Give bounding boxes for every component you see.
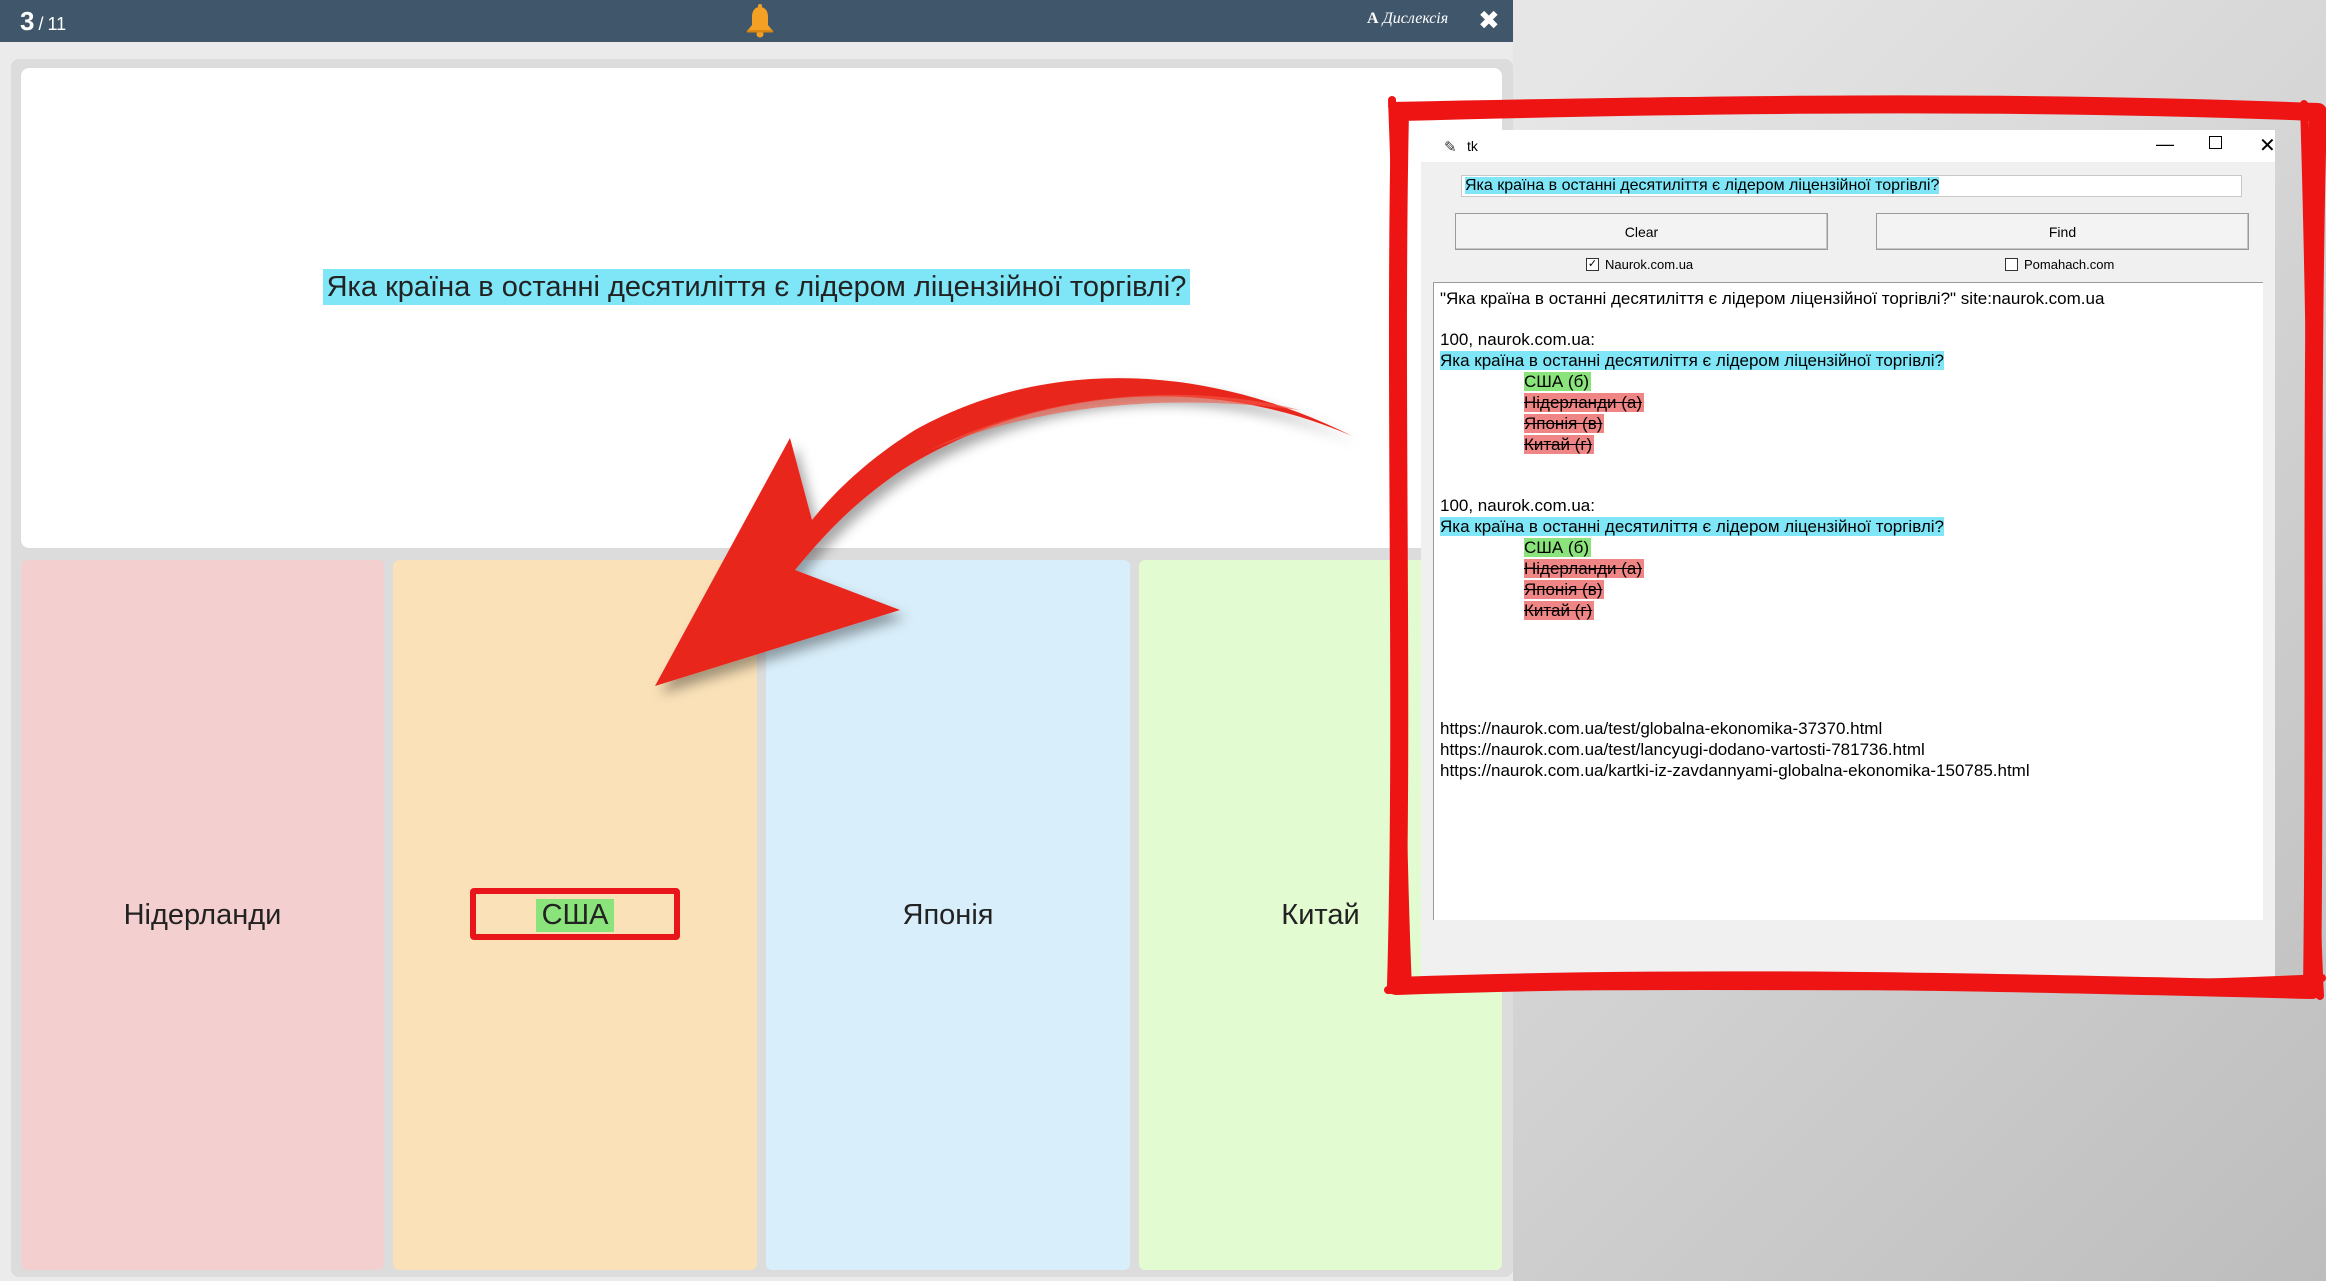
checkbox-label: Pomahach.com [2024, 257, 2115, 272]
search-value: Яка країна в останні десятиліття є лідер… [1465, 177, 1940, 194]
question-text: Яка країна в останні десятиліття є лідер… [0, 269, 1513, 305]
answer-label: Японія [902, 898, 994, 931]
result-link[interactable]: https://naurok.com.ua/test/lancyugi-doda… [1440, 740, 1925, 761]
result-wrong-answer: Нідерланди (а) [1524, 559, 1644, 578]
checkbox-unchecked-icon [2005, 258, 2018, 271]
naurok-checkbox[interactable]: ✓ Naurok.com.ua [1586, 257, 1693, 272]
quiz-app: 3/11 A Дислексія ✖ Яка країна в останні д… [0, 0, 1513, 1281]
checkbox-label: Naurok.com.ua [1605, 257, 1694, 272]
tk-titlebar: ✎ tk — ✕ [1421, 130, 2276, 162]
result-link[interactable]: https://naurok.com.ua/test/globalna-ekon… [1440, 719, 1882, 740]
answer-label: Нідерланди [123, 898, 282, 931]
result-question: Яка країна в останні десятиліття є лідер… [1440, 351, 1944, 370]
search-input[interactable]: Яка країна в останні десятиліття є лідер… [1461, 175, 2242, 197]
window-title: tk [1467, 138, 1478, 154]
tk-window: ✎ tk — ✕ Яка країна в останні десятилітт… [1421, 130, 2276, 978]
result-wrong-answer: Нідерланди (а) [1524, 393, 1644, 412]
question-counter: 3/11 [20, 6, 66, 37]
result-wrong-answer: Китай (г) [1524, 435, 1595, 454]
query-line: "Яка країна в останні десятиліття є ліде… [1440, 289, 2105, 308]
dyslexia-toggle[interactable]: A Дислексія [1367, 10, 1448, 28]
result-link[interactable]: https://naurok.com.ua/kartki-iz-zavdanny… [1440, 761, 2030, 782]
counter-total: 11 [47, 14, 67, 34]
answer-annotation-box [470, 888, 680, 940]
counter-separator: / [38, 14, 44, 34]
answer-option-japan[interactable]: Японія [766, 560, 1130, 1270]
clear-button[interactable]: Clear [1455, 213, 1828, 250]
result-source: 100, naurok.com.ua: [1440, 496, 1595, 515]
result-wrong-answer: Китай (г) [1524, 601, 1595, 620]
bell-icon[interactable] [742, 3, 778, 39]
result-wrong-answer: Японія (в) [1524, 414, 1605, 433]
close-icon[interactable]: ✖ [1478, 6, 1500, 36]
feather-icon: ✎ [1444, 139, 1457, 156]
maximize-icon[interactable] [2209, 136, 2222, 149]
minimize-icon[interactable]: — [2156, 134, 2174, 155]
result-correct-answer: США (б) [1524, 372, 1591, 391]
answer-option-netherlands[interactable]: Нідерланди [21, 560, 384, 1270]
result-wrong-answer: Японія (в) [1524, 580, 1605, 599]
result-question: Яка країна в останні десятиліття є лідер… [1440, 517, 1944, 536]
counter-current: 3 [20, 6, 35, 36]
checkbox-checked-icon: ✓ [1586, 258, 1599, 271]
results-textbox[interactable]: "Яка країна в останні десятиліття є ліде… [1433, 282, 2263, 920]
question-highlight: Яка країна в останні десятиліття є лідер… [322, 269, 1191, 305]
result-source: 100, naurok.com.ua: [1440, 330, 1595, 349]
dyslexia-label: Дислексія [1382, 10, 1449, 27]
close-icon[interactable]: ✕ [2259, 133, 2276, 158]
answer-label: Китай [1281, 898, 1360, 931]
find-button[interactable]: Find [1876, 213, 2249, 250]
result-correct-answer: США (б) [1524, 538, 1591, 557]
question-card [21, 68, 1502, 548]
pomahach-checkbox[interactable]: Pomahach.com [2005, 257, 2114, 272]
dyslexia-icon: A [1367, 10, 1379, 27]
quiz-topbar: 3/11 A Дислексія ✖ [0, 0, 1513, 42]
